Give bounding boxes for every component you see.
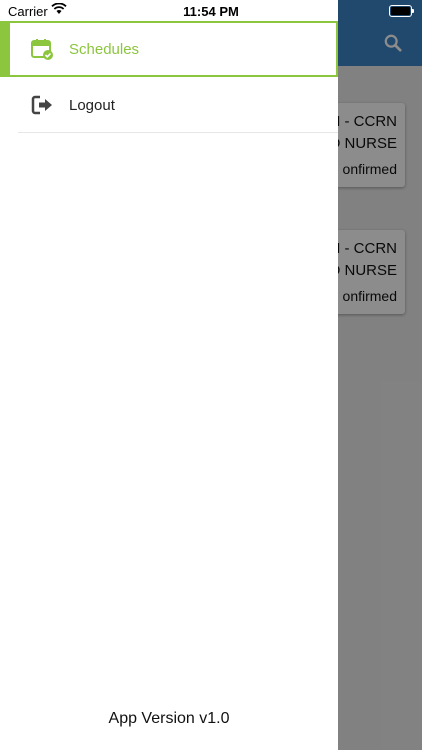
menu-item-logout[interactable]: Logout bbox=[0, 77, 338, 133]
calendar-check-icon bbox=[31, 39, 53, 60]
menu-divider bbox=[18, 132, 338, 133]
menu-item-schedules[interactable]: Schedules bbox=[0, 21, 338, 77]
status-bar: Carrier 11:54 PM bbox=[0, 0, 422, 22]
battery-icon bbox=[389, 5, 414, 17]
menu-item-label: Logout bbox=[69, 96, 115, 114]
clock: 11:54 PM bbox=[183, 4, 239, 19]
menu-item-label: Schedules bbox=[69, 40, 140, 58]
logout-icon bbox=[31, 95, 52, 115]
navigation-drawer: Schedules Logout App Version v1.0 bbox=[0, 0, 338, 750]
app-version: App Version v1.0 bbox=[108, 710, 230, 727]
